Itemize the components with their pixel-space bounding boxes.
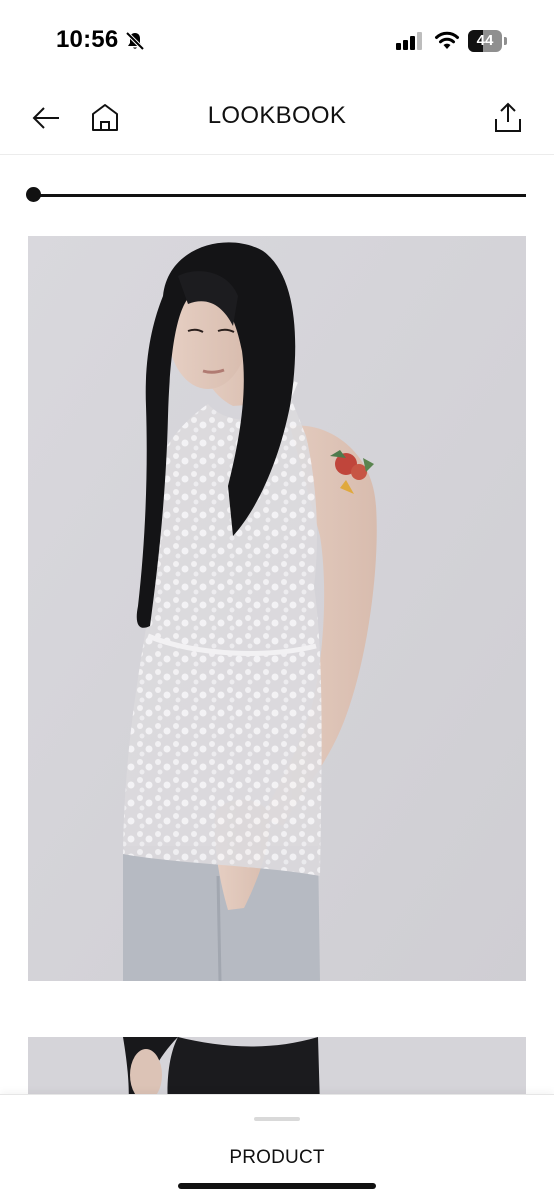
status-time: 10:56 [56, 26, 119, 53]
lookbook-photo-1[interactable] [28, 236, 526, 981]
page-title: LOOKBOOK [207, 102, 347, 129]
slider-track[interactable] [28, 194, 526, 197]
bell-muted-icon [124, 30, 146, 52]
product-sheet-label[interactable]: PRODUCT [0, 1147, 554, 1169]
app-header: LOOKBOOK [0, 80, 554, 155]
slider-thumb[interactable] [26, 187, 41, 202]
battery-icon: 44 [468, 30, 508, 52]
status-bar: 10:56 44 [0, 0, 554, 80]
home-indicator [178, 1183, 376, 1189]
gallery-progress-slider[interactable] [26, 186, 526, 204]
signal-icon [396, 32, 424, 50]
battery-tip [504, 37, 507, 45]
share-icon[interactable] [492, 100, 524, 134]
sheet-drag-handle[interactable] [254, 1117, 300, 1121]
battery-body: 44 [468, 30, 502, 52]
product-bottom-sheet[interactable]: PRODUCT [0, 1094, 554, 1201]
battery-level: 44 [476, 32, 494, 49]
wifi-icon [434, 29, 460, 51]
